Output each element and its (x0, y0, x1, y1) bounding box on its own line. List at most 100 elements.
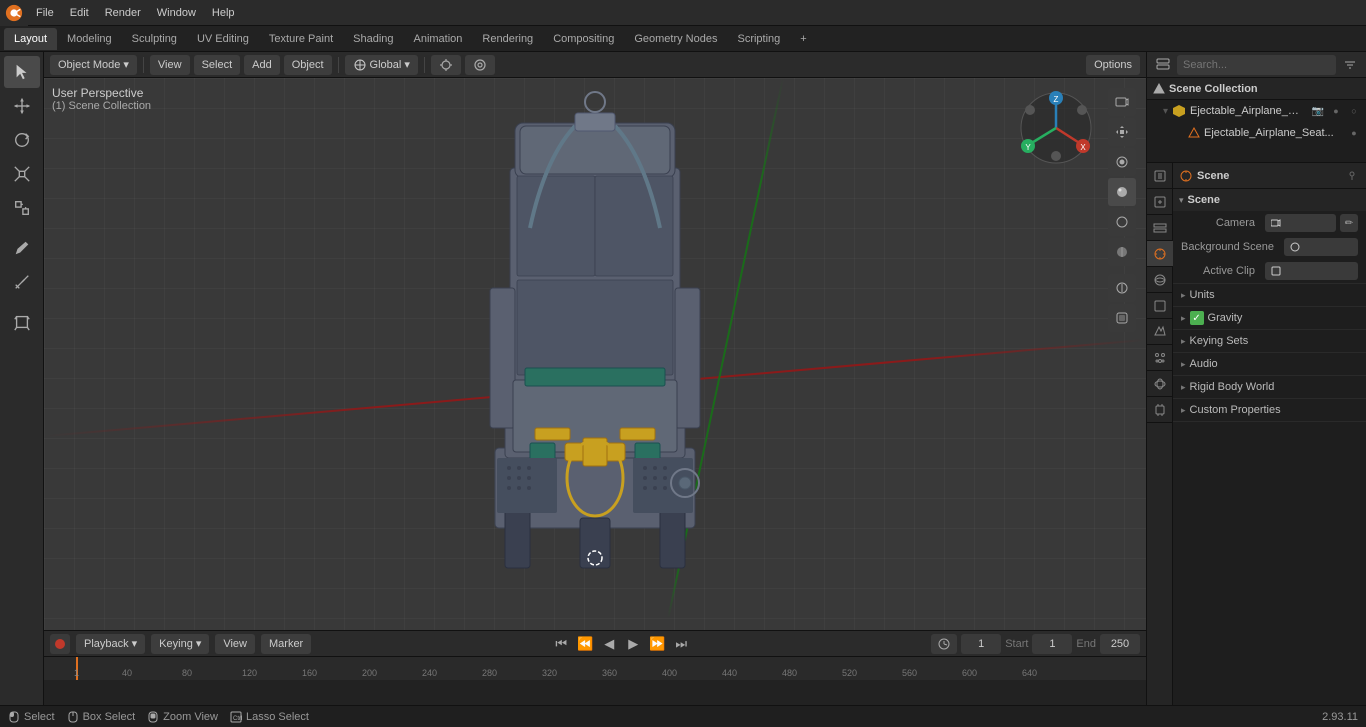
tab-animation[interactable]: Animation (404, 28, 473, 50)
vp-xray[interactable] (1108, 304, 1136, 332)
outliner-filter[interactable] (1340, 55, 1360, 75)
status-bar: Select Box Select Zoom View Ctrl Lasso S… (0, 705, 1366, 727)
tab-geometry-nodes[interactable]: Geometry Nodes (624, 28, 727, 50)
add-menu[interactable]: Add (244, 55, 280, 75)
object-menu[interactable]: Object (284, 55, 332, 75)
jump-to-end-btn[interactable]: ⏭ (670, 633, 692, 655)
start-label: Start (1005, 638, 1028, 650)
camera-value[interactable] (1265, 214, 1336, 232)
audio-header[interactable]: ▸ Audio (1173, 353, 1366, 375)
gravity-checkbox[interactable]: ✓ (1190, 311, 1204, 325)
prop-tab-world[interactable] (1147, 267, 1173, 293)
tool-cursor[interactable] (4, 56, 40, 88)
tool-annotate[interactable] (4, 232, 40, 264)
blender-logo[interactable] (0, 0, 28, 26)
prop-tab-modifiers[interactable] (1147, 319, 1173, 345)
vp-pan[interactable] (1108, 118, 1136, 146)
menu-edit[interactable]: Edit (62, 0, 97, 25)
outliner-search[interactable] (1177, 55, 1336, 75)
tab-sculpting[interactable]: Sculpting (122, 28, 187, 50)
pin-btn[interactable] (1344, 168, 1360, 184)
menu-render[interactable]: Render (97, 0, 149, 25)
options-button[interactable]: Options (1086, 55, 1140, 75)
custom-props-header[interactable]: ▸ Custom Properties (1173, 399, 1366, 421)
clock-icon[interactable] (931, 634, 957, 654)
prop-tab-particles[interactable] (1147, 345, 1173, 371)
vis-restrict-camera[interactable]: ● (1346, 125, 1362, 141)
prop-tab-view-layer[interactable] (1147, 215, 1173, 241)
units-header[interactable]: ▸ Units (1173, 284, 1366, 306)
tab-compositing[interactable]: Compositing (543, 28, 624, 50)
3d-viewport[interactable]: User Perspective (1) Scene Collection (44, 78, 1146, 630)
add-workspace-tab[interactable]: + (790, 28, 816, 50)
start-frame-input[interactable] (1032, 634, 1072, 654)
tab-rendering[interactable]: Rendering (472, 28, 543, 50)
end-label: End (1076, 638, 1096, 650)
current-frame-input[interactable] (961, 634, 1001, 654)
tool-add-cube[interactable] (4, 306, 40, 338)
outliner-icon[interactable] (1153, 55, 1173, 75)
prop-tab-render[interactable] (1147, 163, 1173, 189)
vp-shading-lookdev[interactable] (1108, 208, 1136, 236)
outliner-item-mesh[interactable]: ▸ Ejectable_Airplane_Seat... ● (1147, 122, 1366, 144)
tool-measure[interactable] (4, 266, 40, 298)
jump-back-btn[interactable]: ⏪ (574, 633, 596, 655)
marker-menu[interactable]: Marker (261, 634, 311, 654)
jump-to-start-btn[interactable]: ⏮ (550, 633, 572, 655)
outliner-item-collection[interactable]: ▾ Ejectable_Airplane_Seat_ACE 📷 ● ○ (1147, 100, 1366, 122)
snap-button[interactable] (431, 55, 461, 75)
play-reverse-btn[interactable]: ◀ (598, 633, 620, 655)
menu-file[interactable]: File (28, 0, 62, 25)
view-tl-menu[interactable]: View (215, 634, 255, 654)
scene-section-header[interactable]: ▾ Scene (1173, 189, 1366, 211)
prop-tab-object[interactable] (1147, 293, 1173, 319)
keying-sets-header[interactable]: ▸ Keying Sets (1173, 330, 1366, 352)
timeline-ruler[interactable]: 1 40 80 120 160 200 240 280 320 360 400 … (44, 657, 1146, 680)
prop-tab-physics[interactable] (1147, 371, 1173, 397)
mode-selector[interactable]: Object Mode ▾ (50, 55, 137, 75)
vp-render-type[interactable] (1108, 148, 1136, 176)
menu-window[interactable]: Window (149, 0, 204, 25)
bg-scene-value[interactable] (1284, 238, 1358, 256)
vp-shading-rendered[interactable] (1108, 238, 1136, 266)
rigid-body-header[interactable]: ▸ Rigid Body World (1173, 376, 1366, 398)
camera-pick-btn[interactable]: ✏ (1340, 214, 1358, 232)
playback-menu[interactable]: Playback ▾ (76, 634, 145, 654)
select-menu[interactable]: Select (194, 55, 241, 75)
view-menu[interactable]: View (150, 55, 190, 75)
vp-overlays[interactable] (1108, 274, 1136, 302)
transform-selector[interactable]: Global ▾ (345, 55, 418, 75)
tab-modeling[interactable]: Modeling (57, 28, 122, 50)
tool-scale[interactable] (4, 158, 40, 190)
play-btn[interactable]: ▶ (622, 633, 644, 655)
tool-rotate[interactable] (4, 124, 40, 156)
timeline-record-btn[interactable] (50, 634, 70, 654)
viewport-gizmo[interactable]: Z X Y (1016, 88, 1096, 168)
tab-layout[interactable]: Layout (4, 28, 57, 50)
vis-render[interactable]: ● (1328, 103, 1344, 119)
prop-tab-scene[interactable] (1147, 241, 1173, 267)
tab-scripting[interactable]: Scripting (727, 28, 790, 50)
svg-text:Ctrl: Ctrl (233, 716, 242, 722)
end-frame-input[interactable] (1100, 634, 1140, 654)
prop-tab-output[interactable] (1147, 189, 1173, 215)
jump-fwd-btn[interactable]: ⏩ (646, 633, 668, 655)
keying-menu[interactable]: Keying ▾ (151, 634, 209, 654)
active-clip-value[interactable] (1265, 262, 1358, 280)
gravity-header[interactable]: ▸ ✓ Gravity (1173, 307, 1366, 329)
tab-uv-editing[interactable]: UV Editing (187, 28, 259, 50)
ruler-marks-area: 1 40 80 120 160 200 240 280 320 360 400 … (74, 657, 1146, 680)
camera-row: Camera ✏ (1173, 211, 1366, 235)
vis-viewport[interactable]: ○ (1346, 103, 1362, 119)
ruler-container: 1 40 80 120 160 200 240 280 320 360 400 … (44, 657, 1146, 680)
tool-move[interactable] (4, 90, 40, 122)
prop-tab-constraints[interactable] (1147, 397, 1173, 423)
vp-shading-solid[interactable] (1108, 178, 1136, 206)
proportional-edit[interactable] (465, 55, 495, 75)
vp-camera-view[interactable] (1108, 88, 1136, 116)
vis-camera[interactable]: 📷 (1310, 103, 1326, 119)
tab-texture-paint[interactable]: Texture Paint (259, 28, 343, 50)
tool-transform[interactable] (4, 192, 40, 224)
menu-help[interactable]: Help (204, 0, 243, 25)
tab-shading[interactable]: Shading (343, 28, 403, 50)
